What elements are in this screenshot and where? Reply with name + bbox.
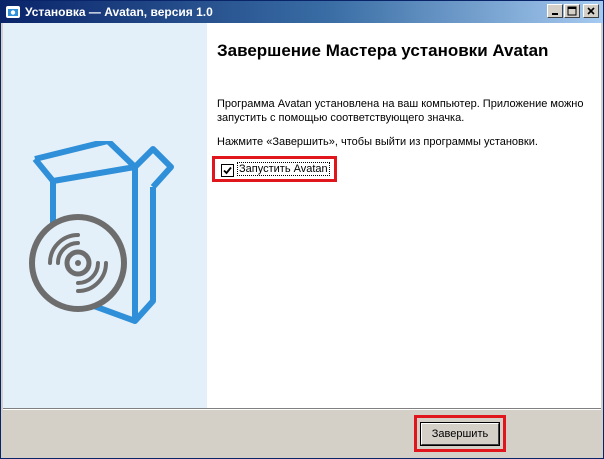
finish-button-label: Завершить [431,428,489,440]
installer-window: Установка — Avatan, версия 1.0 Завершени… [0,0,604,459]
maximize-icon [567,6,577,16]
footer-divider [3,408,601,410]
installer-icon [5,4,21,20]
close-icon [587,7,595,15]
page-title: Завершение Мастера установки Avatan [217,41,549,60]
finish-instruction: Нажмите «Завершить», чтобы выйти из прог… [217,136,538,148]
close-button[interactable] [583,4,599,18]
run-avatan-label[interactable]: Запустить Avatan [237,162,330,176]
finish-button[interactable]: Завершить [421,423,499,445]
wizard-content: Завершение Мастера установки Avatan Прог… [3,23,601,408]
checkmark-icon [223,166,232,175]
box-with-disc-icon [29,141,174,324]
side-panel [3,23,207,408]
minimize-icon [552,13,558,15]
installed-message: Программа Avatan установлена на ваш комп… [217,98,584,124]
maximize-button[interactable] [564,4,580,18]
title-bar[interactable]: Установка — Avatan, версия 1.0 [1,1,603,23]
checkbox-box[interactable] [221,164,234,177]
window-title: Установка — Avatan, версия 1.0 [25,5,213,19]
minimize-button[interactable] [547,4,563,18]
